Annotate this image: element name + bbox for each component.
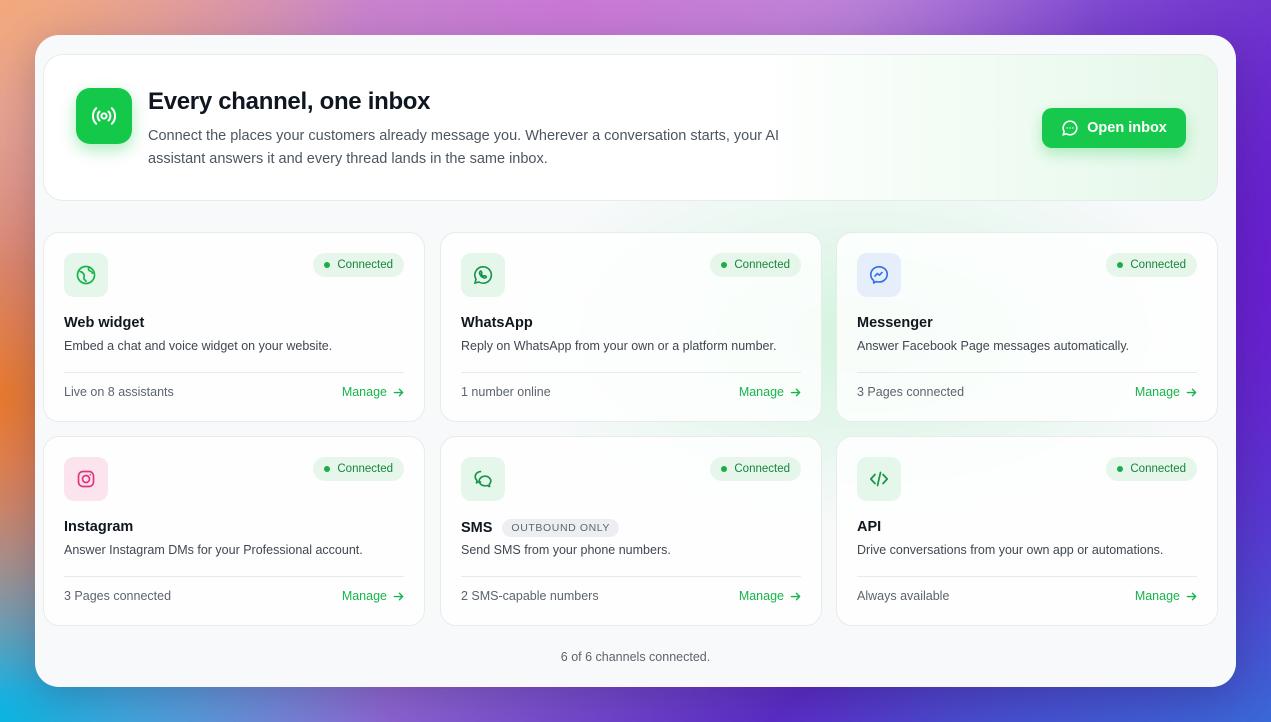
channel-name: Instagram — [64, 519, 134, 535]
channel-description: Embed a chat and voice widget on your we… — [64, 339, 333, 353]
divider — [64, 576, 404, 577]
sms-icon — [461, 457, 505, 501]
channel-description: Drive conversations from your own app or… — [857, 543, 1164, 557]
channel-card-web-widget: Connected Web widget Embed a chat and vo… — [43, 232, 425, 422]
channel-card-whatsapp: Connected WhatsApp Reply on WhatsApp fro… — [440, 232, 822, 422]
channel-name: API — [857, 519, 882, 535]
hero-header: Every channel, one inbox Connect the pla… — [43, 54, 1218, 201]
manage-link[interactable]: Manage — [1135, 385, 1197, 399]
outbound-only-tag: OUTBOUND ONLY — [502, 519, 620, 537]
code-icon — [857, 457, 901, 501]
divider — [857, 576, 1197, 577]
status-badge: Connected — [710, 253, 801, 277]
channel-footer-status: 2 SMS-capable numbers — [461, 589, 599, 603]
broadcast-icon — [76, 88, 132, 144]
arrow-right-icon — [790, 388, 801, 396]
page-title: Every channel, one inbox — [148, 88, 431, 115]
channel-footer-status: Always available — [857, 589, 950, 603]
divider — [64, 372, 404, 373]
manage-link[interactable]: Manage — [1135, 589, 1197, 603]
divider — [857, 372, 1197, 373]
globe-icon — [64, 253, 108, 297]
channel-name: Web widget — [64, 315, 145, 331]
arrow-right-icon — [393, 388, 404, 396]
page-subtitle: Connect the places your customers alread… — [148, 128, 780, 167]
channel-card-instagram: Connected Instagram Answer Instagram DMs… — [43, 436, 425, 626]
manage-link[interactable]: Manage — [739, 589, 801, 603]
channel-card-messenger: Connected Messenger Answer Facebook Page… — [836, 232, 1218, 422]
channel-footer-status: Live on 8 assistants — [64, 385, 174, 399]
channel-card-sms: Connected SMS OUTBOUND ONLY Send SMS from… — [440, 436, 822, 626]
whatsapp-icon — [461, 253, 505, 297]
channel-description: Answer Facebook Page messages automatica… — [857, 339, 1130, 353]
channel-footer-status: 3 Pages connected — [64, 589, 172, 603]
status-badge: Connected — [1106, 457, 1197, 481]
arrow-right-icon — [1186, 388, 1197, 396]
arrow-right-icon — [393, 592, 404, 600]
status-badge: Connected — [710, 457, 801, 481]
open-inbox-label: Open inbox — [1087, 120, 1167, 136]
channel-footer-status: 1 number online — [461, 385, 551, 399]
manage-link[interactable]: Manage — [739, 385, 801, 399]
open-inbox-button[interactable]: Open inbox — [1042, 108, 1186, 148]
divider — [461, 576, 801, 577]
channel-footer-status: 3 Pages connected — [857, 385, 965, 399]
status-badge: Connected — [313, 253, 404, 277]
channel-card-api: Connected API Drive conversations from y… — [836, 436, 1218, 626]
divider — [461, 372, 801, 373]
chat-bubble-icon — [1062, 120, 1078, 136]
channel-name: WhatsApp — [461, 315, 533, 331]
manage-link[interactable]: Manage — [342, 385, 404, 399]
channels-panel: Every channel, one inbox Connect the pla… — [35, 35, 1236, 687]
channel-name: SMS OUTBOUND ONLY — [461, 519, 620, 537]
instagram-icon — [64, 457, 108, 501]
channels-summary: 6 of 6 channels connected. — [560, 650, 711, 664]
manage-link[interactable]: Manage — [342, 589, 404, 603]
channel-description: Answer Instagram DMs for your Profession… — [64, 543, 363, 557]
messenger-icon — [857, 253, 901, 297]
status-badge: Connected — [1106, 253, 1197, 277]
channel-description: Reply on WhatsApp from your own or a pla… — [461, 339, 777, 353]
status-badge: Connected — [313, 457, 404, 481]
arrow-right-icon — [790, 592, 801, 600]
arrow-right-icon — [1186, 592, 1197, 600]
channel-name: Messenger — [857, 315, 933, 331]
channel-description: Send SMS from your phone numbers. — [461, 543, 671, 557]
